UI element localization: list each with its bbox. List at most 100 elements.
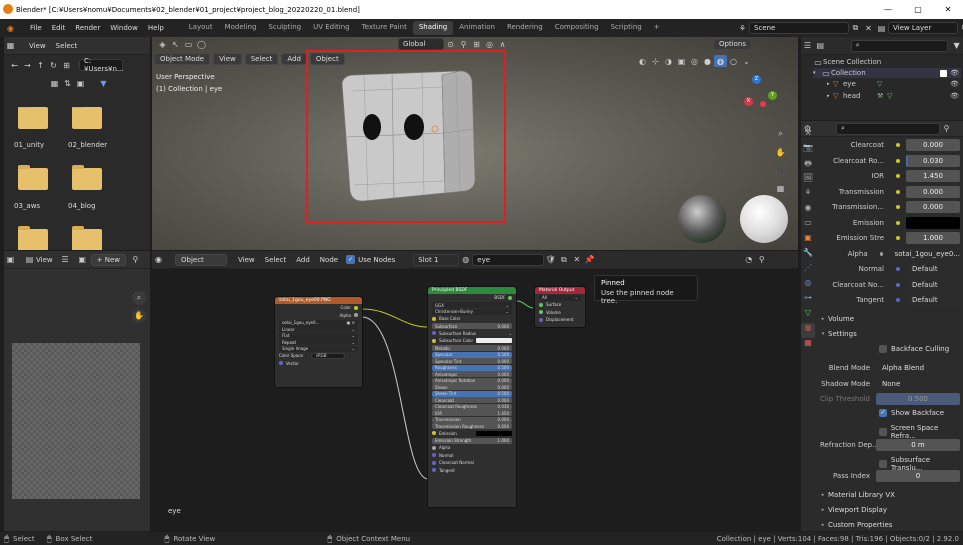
tab-rendering[interactable]: Rendering [501, 21, 549, 35]
close-button[interactable]: ✕ [933, 0, 963, 19]
bsdf-input-row[interactable]: Transmission Roughness 0.000 [432, 423, 512, 429]
menu-window[interactable]: Window [105, 24, 143, 32]
outliner-type-icon[interactable]: ☰ [801, 40, 814, 52]
output-target-dropdown[interactable]: All ⌄ [539, 294, 581, 301]
bsdf-input-row[interactable]: IOR 1.450 [432, 410, 512, 416]
filter-icon[interactable]: ▼ [97, 77, 110, 89]
property-value[interactable] [906, 216, 960, 229]
zoom-icon[interactable]: ⌕ [132, 291, 146, 305]
tab-texture-paint[interactable]: Texture Paint [356, 21, 413, 35]
menu-lines-icon[interactable]: ☰ [59, 254, 72, 266]
viewport-add-menu[interactable]: Add [281, 53, 307, 65]
proportional-edit-icon[interactable]: ◎ [483, 38, 496, 50]
xray-icon[interactable]: ▣ [675, 55, 688, 67]
falloff-icon[interactable]: ∧ [496, 38, 509, 50]
bsdf-input-row[interactable]: Subsurface Color [428, 337, 516, 345]
tab-shading[interactable]: Shading [412, 21, 454, 35]
gizmo-z[interactable]: Z [752, 75, 761, 84]
bsdf-input-row[interactable]: Alpha [428, 444, 516, 452]
grid-icon[interactable]: ▦ [774, 179, 787, 197]
material-shading-icon[interactable]: ◍ [714, 55, 727, 67]
folder-item[interactable]: 02_blender [68, 107, 112, 149]
solid-shading-icon[interactable]: ● [701, 55, 714, 67]
object-tab-icon[interactable]: ▣ [801, 233, 815, 248]
gizmo-x[interactable]: X [744, 97, 753, 106]
blender-menu-icon[interactable]: ◉ [4, 22, 17, 34]
gizmo-neg-x[interactable] [760, 101, 766, 107]
viewport-display-section[interactable]: ▸ Viewport Display [818, 503, 963, 517]
property-value[interactable]: 0.000 [906, 201, 960, 213]
distribution-dropdown[interactable]: GGX ⌄ [432, 302, 512, 308]
sort-icon[interactable]: ⇅ [61, 77, 74, 89]
fb-select-menu[interactable]: Select [56, 42, 78, 50]
interp-dropdown[interactable]: Linear ⌄ [279, 326, 358, 332]
render-tab-icon[interactable]: 📷 [801, 143, 815, 158]
scene-tab-icon[interactable]: ⚘ [801, 188, 815, 203]
image-browse-icon[interactable]: ▣ [76, 254, 89, 266]
new-view-layer-icon[interactable]: ⧉ [958, 22, 963, 34]
bsdf-input-row[interactable]: Normal [428, 452, 516, 460]
show-backface-checkbox[interactable]: ✓ [879, 409, 887, 417]
bsdf-input-row[interactable]: Sheen Tint 0.500 [432, 390, 512, 397]
tab-layout[interactable]: Layout [183, 21, 219, 35]
volume-section[interactable]: ▸ Volume [818, 312, 963, 326]
folder-item[interactable] [14, 226, 58, 250]
socket-dot-icon[interactable] [896, 205, 900, 209]
snap-icon[interactable]: ⚲ [457, 38, 470, 50]
maximize-button[interactable]: ▢ [903, 0, 933, 19]
new-scene-icon[interactable]: ⧉ [849, 22, 862, 34]
tab-sculpting[interactable]: Sculpting [262, 21, 307, 35]
property-value[interactable]: 0.000 [906, 185, 960, 198]
minimize-button[interactable]: — [873, 0, 903, 19]
gizmo-y[interactable]: Y [768, 91, 777, 100]
bsdf-input-row[interactable]: Emission Strength 1.000 [432, 437, 512, 444]
property-value[interactable]: Default [906, 263, 960, 275]
sss-translucency-checkbox[interactable] [879, 460, 887, 468]
shading-options-icon[interactable]: ⌄ [740, 55, 753, 67]
outliner-head-row[interactable]: ▸ ▽ head ⚒ ▽ 👁 [827, 91, 961, 101]
world-tab-icon[interactable]: ◉ [801, 203, 815, 218]
select-tool-icon[interactable]: ↖ [169, 38, 182, 50]
zoom-viewport-icon[interactable]: ⌕ [774, 125, 787, 143]
bsdf-input-row[interactable]: Base Color [428, 315, 516, 323]
select-box-icon[interactable]: ▭ [182, 38, 195, 50]
hand-pan-icon[interactable]: ✋ [132, 309, 146, 323]
material-library-section[interactable]: ▸ Material Library VX [818, 488, 963, 502]
socket-dot-icon[interactable] [896, 298, 900, 302]
property-value[interactable]: 0.030 [906, 154, 960, 167]
camera-icon[interactable]: 🎥 [774, 161, 787, 179]
overlay-icon[interactable]: ◑ [662, 55, 675, 67]
3d-viewport[interactable]: ◈ ↖ ▭ ◯ Global ⊙ ⚲ ⊞ ◎ ∧ Options Object … [152, 37, 798, 250]
ie-view-menu[interactable]: View [36, 256, 53, 264]
output-tab-icon[interactable]: 🖶 [801, 158, 815, 173]
menu-edit[interactable]: Edit [47, 24, 71, 32]
fb-view-menu[interactable]: View [29, 42, 46, 50]
new-image-button[interactable]: + New [90, 253, 126, 266]
property-value[interactable]: sotai_1gou_eye0... [888, 247, 960, 260]
socket-dot-icon[interactable] [896, 189, 900, 194]
collection-eye-icon[interactable]: 👁 [950, 69, 959, 77]
tab-modeling[interactable]: Modeling [219, 21, 263, 35]
output-displacement[interactable]: Displacement [535, 316, 585, 324]
rendered-shading-icon[interactable]: ○ [727, 55, 740, 67]
bsdf-input-row[interactable]: Specular 0.500 [432, 351, 512, 358]
editor-type-icon[interactable]: ▦ [4, 40, 17, 52]
screen-space-checkbox[interactable] [879, 428, 887, 436]
extension-dropdown[interactable]: Repeat ⌄ [279, 339, 358, 345]
bsdf-input-row[interactable]: Tangent [428, 467, 516, 475]
bsdf-input-row[interactable]: Anisotropic Rotation 0.000 [432, 377, 512, 384]
socket-dot-icon[interactable] [896, 220, 900, 225]
modifier-tab-icon[interactable]: 🔧 [801, 248, 815, 263]
folder-item[interactable] [68, 226, 112, 250]
shadow-mode-dropdown[interactable]: None [876, 378, 960, 390]
principled-bsdf-node[interactable]: Principled BSDF BSDF GGX ⌄ Christensen-Bu… [427, 286, 517, 508]
transform-orientation[interactable]: Global [398, 38, 444, 50]
tab-scripting[interactable]: Scripting [605, 21, 648, 35]
pivot-icon[interactable]: ⊙ [444, 38, 457, 50]
object-mode-dropdown[interactable]: Object Mode [154, 53, 211, 65]
image-datablock[interactable]: sotai_1gou_eye0... ▣ ✕ [279, 319, 358, 326]
refraction-depth-field[interactable]: 0 m [876, 439, 960, 451]
thumbnail-icon[interactable]: ▣ [74, 77, 87, 89]
view-layer-tab-icon[interactable]: 🖼 [801, 173, 815, 188]
node-editor[interactable]: ◉ Object View Select Add Node ✓ Use Node… [152, 251, 798, 531]
